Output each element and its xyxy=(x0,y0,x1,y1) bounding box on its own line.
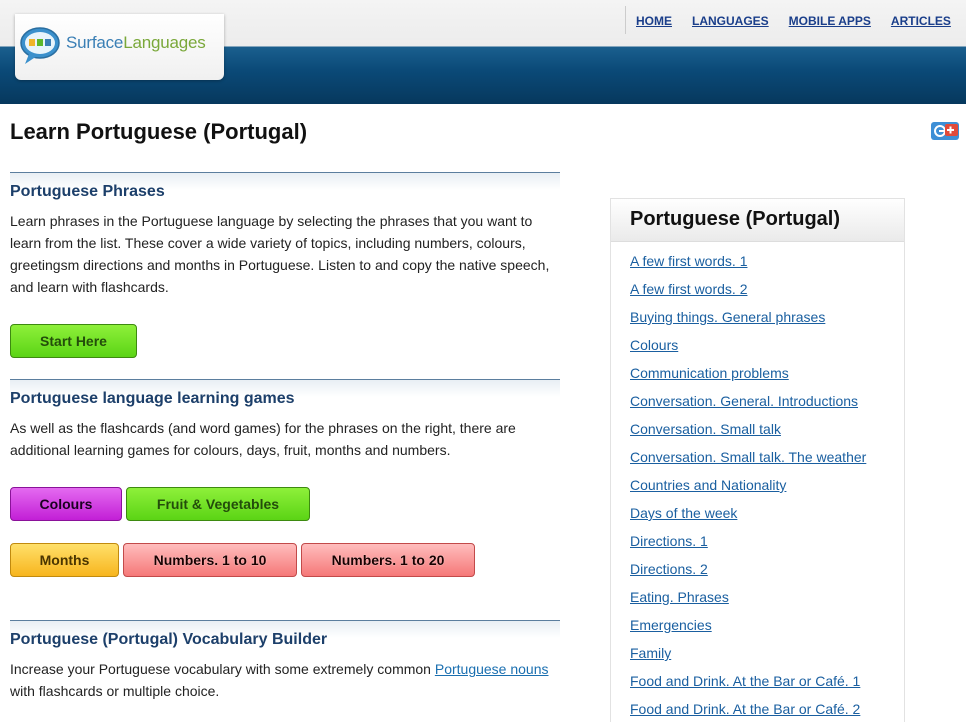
nav-mobile-apps-link[interactable]: MOBILE APPS xyxy=(789,6,871,34)
list-item: A few first words. 2 xyxy=(630,281,904,309)
topic-link[interactable]: Communication problems xyxy=(630,365,789,381)
nav-articles-link[interactable]: ARTICLES xyxy=(891,6,951,34)
topic-link[interactable]: A few first words. 2 xyxy=(630,281,747,297)
list-item: Directions. 2 xyxy=(630,561,904,589)
topic-link[interactable]: Eating. Phrases xyxy=(630,589,729,605)
topic-link[interactable]: Days of the week xyxy=(630,505,737,521)
fruit-vegetables-game-button[interactable]: Fruit & Vegetables xyxy=(126,487,310,521)
list-item: Food and Drink. At the Bar or Café. 2 xyxy=(630,701,904,722)
topic-link[interactable]: Food and Drink. At the Bar or Café. 1 xyxy=(630,673,860,689)
vocab-description: Increase your Portuguese vocabulary with… xyxy=(10,661,549,699)
vocab-section: Portuguese (Portugal) Vocabulary Builder… xyxy=(10,620,560,702)
topic-link[interactable]: Directions. 2 xyxy=(630,561,708,577)
top-nav: HOME LANGUAGES MOBILE APPS ARTICLES xyxy=(625,6,951,34)
portuguese-nouns-link[interactable]: Portuguese nouns xyxy=(435,661,549,677)
site-header: SurfaceLanguages HOME LANGUAGES MOBILE A… xyxy=(0,0,966,104)
phrases-description: Learn phrases in the Portuguese language… xyxy=(10,213,550,295)
list-item: Communication problems xyxy=(630,365,904,393)
nav-languages-link[interactable]: LANGUAGES xyxy=(692,6,769,34)
games-heading: Portuguese language learning games xyxy=(10,390,295,407)
google-plus-share-icon[interactable] xyxy=(931,122,959,140)
topic-link[interactable]: Countries and Nationality xyxy=(630,477,786,493)
numbers-1-20-game-button[interactable]: Numbers. 1 to 20 xyxy=(301,543,475,577)
vocab-heading: Portuguese (Portugal) Vocabulary Builder xyxy=(10,631,328,648)
list-item: Colours xyxy=(630,337,904,365)
list-item: Emergencies xyxy=(630,617,904,645)
topic-link[interactable]: Buying things. General phrases xyxy=(630,309,825,325)
list-item: Conversation. Small talk. The weather xyxy=(630,449,904,477)
numbers-1-10-game-button[interactable]: Numbers. 1 to 10 xyxy=(123,543,297,577)
list-item: Family xyxy=(630,645,904,673)
months-game-button[interactable]: Months xyxy=(10,543,119,577)
topic-link[interactable]: Colours xyxy=(630,337,678,353)
list-item: Eating. Phrases xyxy=(630,589,904,617)
colours-game-button[interactable]: Colours xyxy=(10,487,122,521)
speech-bubble-icon xyxy=(20,27,60,64)
list-item: Days of the week xyxy=(630,505,904,533)
list-item: A few first words. 1 xyxy=(630,253,904,281)
list-item: Conversation. Small talk xyxy=(630,421,904,449)
topic-link[interactable]: Food and Drink. At the Bar or Café. 2 xyxy=(630,701,860,717)
sidebar-title: Portuguese (Portugal) xyxy=(611,199,904,242)
games-section: Portuguese language learning games As we… xyxy=(10,379,560,461)
logo-text: SurfaceLanguages xyxy=(66,33,206,52)
topic-link[interactable]: Emergencies xyxy=(630,617,712,633)
nav-home-link[interactable]: HOME xyxy=(636,6,672,34)
topic-link[interactable]: Family xyxy=(630,645,671,661)
phrase-topics-sidebar: Portuguese (Portugal) A few first words.… xyxy=(610,198,905,722)
phrases-heading: Portuguese Phrases xyxy=(10,183,165,200)
games-description: As well as the flashcards (and word game… xyxy=(10,420,516,458)
topic-link[interactable]: Conversation. Small talk. The weather xyxy=(630,449,866,465)
site-logo[interactable]: SurfaceLanguages xyxy=(15,14,224,80)
list-item: Countries and Nationality xyxy=(630,477,904,505)
topic-link[interactable]: A few first words. 1 xyxy=(630,253,747,269)
list-item: Conversation. General. Introductions xyxy=(630,393,904,421)
topic-link[interactable]: Conversation. General. Introductions xyxy=(630,393,858,409)
start-here-button[interactable]: Start Here xyxy=(10,324,137,358)
list-item: Food and Drink. At the Bar or Café. 1 xyxy=(630,673,904,701)
topic-list: A few first words. 1 A few first words. … xyxy=(611,242,904,722)
topic-link[interactable]: Directions. 1 xyxy=(630,533,708,549)
topic-link[interactable]: Conversation. Small talk xyxy=(630,421,781,437)
list-item: Directions. 1 xyxy=(630,533,904,561)
phrases-section: Portuguese Phrases Learn phrases in the … xyxy=(10,172,560,298)
list-item: Buying things. General phrases xyxy=(630,309,904,337)
page-title: Learn Portuguese (Portugal) xyxy=(10,119,308,144)
